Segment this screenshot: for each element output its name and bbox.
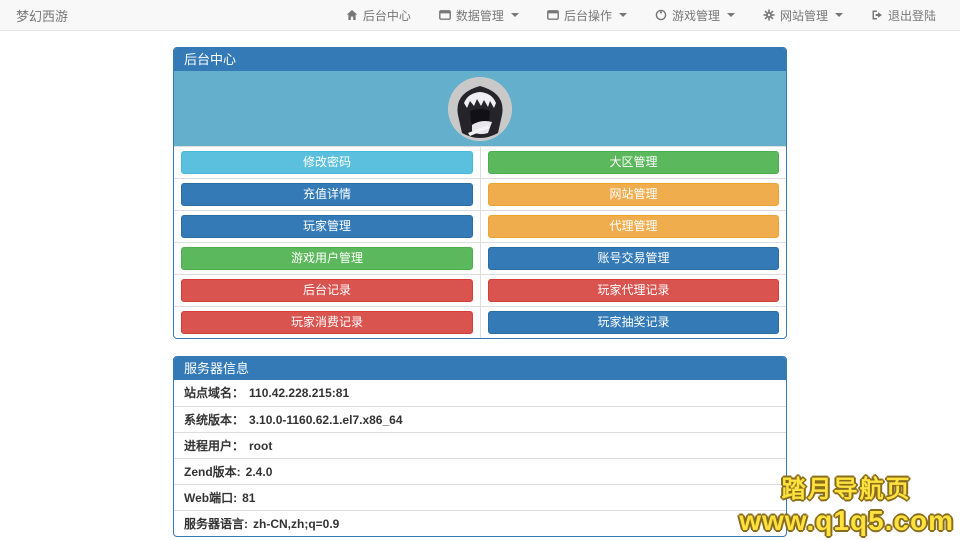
server-info-row-zend-version: Zend版本: 2.4.0 [174, 458, 786, 484]
chevron-down-icon [619, 13, 627, 17]
chevron-down-icon [511, 13, 519, 17]
brand-title[interactable]: 梦幻西游 [10, 6, 74, 25]
zone-management-button[interactable]: 大区管理 [488, 151, 779, 174]
server-info-row-os-version: 系统版本： 3.10.0-1160.62.1.el7.x86_64 [174, 406, 786, 432]
nav-item-admin-operations[interactable]: 后台操作 [533, 7, 641, 24]
recharge-details-button[interactable]: 充值详情 [181, 183, 473, 206]
player-lottery-log-button[interactable]: 玩家抽奖记录 [488, 311, 779, 334]
row-label: Zend版本: [184, 464, 241, 480]
admin-center-panel: 后台中心 修改密码 大区管理 充值详情 网站管理 玩家管理 代理管理 游戏用户管… [173, 47, 787, 339]
chevron-down-icon [835, 13, 843, 17]
website-management-button[interactable]: 网站管理 [488, 183, 779, 206]
row-value: zh-CN,zh;q=0.9 [253, 516, 339, 532]
panel-title: 服务器信息 [174, 357, 786, 380]
admin-log-button[interactable]: 后台记录 [181, 279, 473, 302]
row-label: 服务器语言: [184, 516, 248, 532]
watermark-url: www.q1q5.com [739, 504, 954, 538]
avatar-section [174, 71, 786, 146]
nav-item-label: 游戏管理 [672, 7, 720, 24]
server-info-row-web-port: Web端口: 81 [174, 484, 786, 510]
watermark-title: 踏月导航页 [739, 476, 954, 505]
row-label: 站点域名： [184, 385, 244, 401]
nav-item-data-management[interactable]: 数据管理 [425, 7, 533, 24]
game-user-management-button[interactable]: 游戏用户管理 [181, 247, 473, 270]
panel-title: 后台中心 [174, 48, 786, 71]
nav-item-website-management[interactable]: 网站管理 [749, 7, 857, 24]
nav-item-label: 数据管理 [456, 7, 504, 24]
nav-item-game-management[interactable]: 游戏管理 [641, 7, 749, 24]
row-value: 110.42.228.215:81 [249, 385, 349, 401]
avatar [448, 77, 512, 141]
row-value: 2.4.0 [246, 464, 273, 480]
player-management-button[interactable]: 玩家管理 [181, 215, 473, 238]
nav-item-admin-center[interactable]: 后台中心 [332, 7, 425, 24]
circle-icon [655, 9, 667, 21]
row-label: 进程用户： [184, 438, 244, 454]
watermark-ad: 踏月导航页 www.q1q5.com [739, 476, 954, 538]
admin-button-grid: 修改密码 大区管理 充值详情 网站管理 玩家管理 代理管理 游戏用户管理 账号交… [174, 146, 786, 338]
home-icon [346, 9, 358, 21]
change-password-button[interactable]: 修改密码 [181, 151, 473, 174]
nav-menu: 后台中心 数据管理 后台操作 游戏管理 [332, 7, 950, 24]
server-info-list: 站点域名： 110.42.228.215:81 系统版本： 3.10.0-116… [174, 380, 786, 536]
server-info-row-process-user: 进程用户： root [174, 432, 786, 458]
top-navbar: 梦幻西游 后台中心 数据管理 后台操作 游戏管理 [0, 0, 960, 31]
player-agent-log-button[interactable]: 玩家代理记录 [488, 279, 779, 302]
nav-item-logout[interactable]: 退出登陆 [857, 7, 950, 24]
server-info-row-domain: 站点域名： 110.42.228.215:81 [174, 380, 786, 406]
nav-item-label: 后台操作 [564, 7, 612, 24]
server-info-row-language: 服务器语言: zh-CN,zh;q=0.9 [174, 510, 786, 536]
player-consume-log-button[interactable]: 玩家消费记录 [181, 311, 473, 334]
nav-item-label: 后台中心 [363, 7, 411, 24]
gear-icon [763, 9, 775, 21]
account-trade-management-button[interactable]: 账号交易管理 [488, 247, 779, 270]
nav-item-label: 退出登陆 [888, 7, 936, 24]
chevron-down-icon [727, 13, 735, 17]
window-icon [547, 9, 559, 21]
server-info-panel: 服务器信息 站点域名： 110.42.228.215:81 系统版本： 3.10… [173, 356, 787, 537]
window-icon [439, 9, 451, 21]
row-value: 3.10.0-1160.62.1.el7.x86_64 [249, 412, 402, 428]
agent-management-button[interactable]: 代理管理 [488, 215, 779, 238]
nav-item-label: 网站管理 [780, 7, 828, 24]
row-label: Web端口: [184, 490, 237, 506]
row-value: 81 [242, 490, 255, 506]
row-value: root [249, 438, 272, 454]
row-label: 系统版本： [184, 412, 244, 428]
sign-out-icon [871, 9, 883, 21]
main-content: 后台中心 修改密码 大区管理 充值详情 网站管理 玩家管理 代理管理 游戏用户管… [173, 47, 787, 537]
